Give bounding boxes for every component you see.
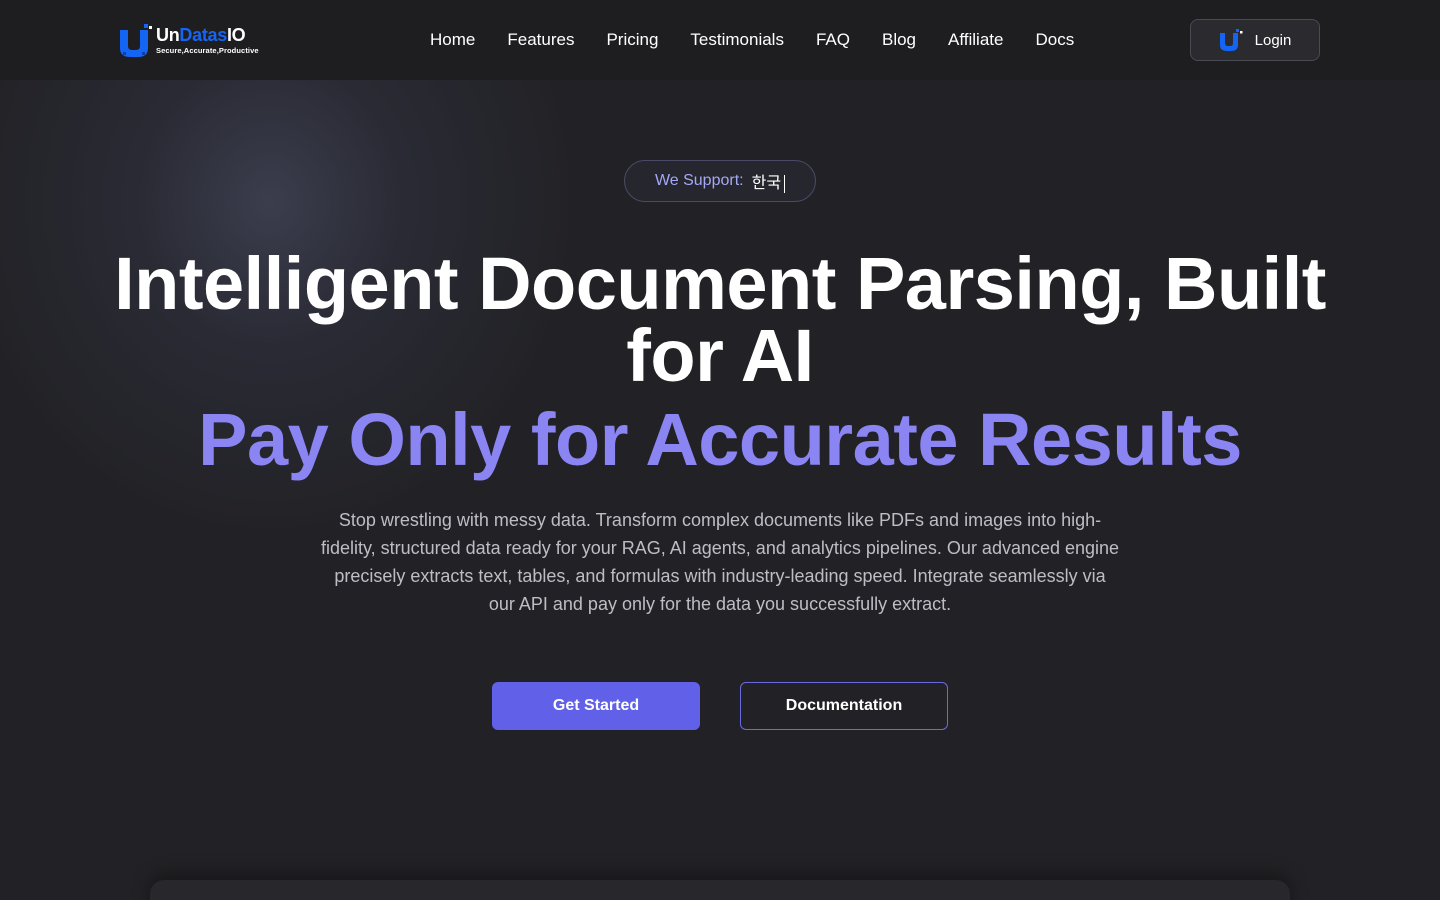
get-started-button[interactable]: Get Started: [492, 682, 700, 730]
logo-tagline: Secure,Accurate,Productive: [156, 45, 259, 55]
nav-pricing[interactable]: Pricing: [606, 30, 658, 50]
nav-home[interactable]: Home: [430, 30, 475, 50]
nav-faq[interactable]: FAQ: [816, 30, 850, 50]
support-language-text: 한국: [751, 175, 782, 192]
documentation-button[interactable]: Documentation: [740, 682, 948, 730]
logo-u-icon: [120, 24, 152, 57]
nav-blog[interactable]: Blog: [882, 30, 916, 50]
nav-affiliate[interactable]: Affiliate: [948, 30, 1003, 50]
nav-features[interactable]: Features: [507, 30, 574, 50]
support-language: 한국: [751, 169, 786, 193]
page: UnDatasIO Secure,Accurate,Productive Hom…: [0, 0, 1440, 900]
support-label: We Support:: [654, 172, 744, 189]
site-header: UnDatasIO Secure,Accurate,Productive Hom…: [0, 0, 1440, 80]
logo-un: Un: [156, 24, 180, 45]
logo-io: IO: [226, 24, 246, 45]
hero-description: Stop wrestling with messy data. Transfor…: [320, 510, 1120, 614]
hero-title: Intelligent Document Parsing, Built for …: [114, 242, 1326, 397]
hero-subtitle: Pay Only for Accurate Results: [198, 398, 1242, 481]
login-button[interactable]: Login: [1190, 19, 1320, 61]
nav-docs[interactable]: Docs: [1035, 30, 1074, 50]
language-support-pill: We Support: 한국: [624, 160, 816, 202]
typing-caret: [784, 174, 786, 193]
preview-card-edge: [150, 880, 1290, 900]
login-label: Login: [1254, 31, 1292, 49]
logo[interactable]: UnDatasIO Secure,Accurate,Productive: [118, 20, 268, 60]
nav-testimonials[interactable]: Testimonials: [690, 30, 784, 50]
login-logo-icon: [1219, 29, 1243, 51]
logo-datas: Datas: [179, 24, 227, 45]
main-nav: Home Features Pricing Testimonials FAQ B…: [430, 0, 1074, 80]
logo-wordmark: UnDatasIO: [156, 26, 259, 44]
logo-text: UnDatasIO Secure,Accurate,Productive: [156, 26, 259, 55]
